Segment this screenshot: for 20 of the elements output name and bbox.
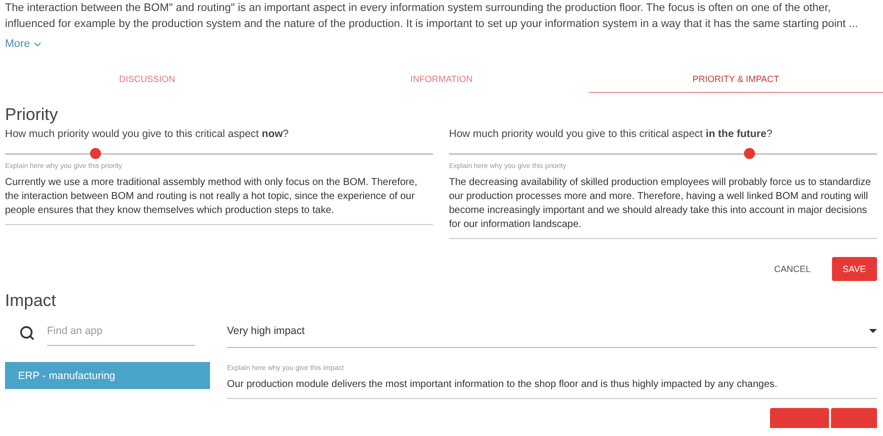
app-list-item[interactable]: ERP - manufacturing bbox=[5, 362, 210, 389]
intro-paragraph: The interaction between the BOM" and routing" is an important aspect in every information system surrounding the production floor. The focus is often on one of the other, influenced for example by the production system and the nature of the production. It is important to set up your information system in a way that it has the same starting point ... bbox=[4, 1, 859, 32]
answer-field[interactable]: Currently we use a more traditional assembly method with only focus on the BOM. Therefore, the interaction between BOM and routing is not really a hot topic, since the experience of our people ensures that they know themselves which production steps to take. bbox=[5, 170, 433, 225]
section-title: Impact bbox=[4, 291, 58, 311]
question-label: How much priority would you give to this critical aspect in the future? bbox=[449, 128, 774, 140]
tab[interactable]: INFORMATION bbox=[294, 66, 589, 93]
tab[interactable]: PRIORITY & IMPACT bbox=[588, 66, 883, 93]
impact-dropdown[interactable]: Very high impact bbox=[227, 319, 877, 348]
cancel-button[interactable]: CANCEL bbox=[763, 257, 822, 281]
section-title: Priority bbox=[4, 105, 59, 125]
slider-thumb[interactable] bbox=[90, 148, 101, 159]
caret-icon bbox=[869, 329, 877, 333]
answer-field[interactable]: Our production module delivers the most important information to the shop floor and is thus highly impacted by any changes. bbox=[227, 372, 877, 399]
more-link[interactable]: More bbox=[5, 38, 44, 50]
answer-field[interactable]: The decreasing availability of skilled production employees will probably force us to standardize our production processes more and more. Therefore, having a well linked BOM and routing will become increasingly important and we should already take this into account in major decisions for our information landscape. bbox=[449, 170, 877, 239]
save-button[interactable]: SAVE bbox=[832, 257, 877, 281]
question-label: How much priority would you give to this critical aspect now? bbox=[5, 128, 290, 140]
search-icon bbox=[19, 324, 35, 340]
tab[interactable]: DISCUSSION bbox=[0, 66, 294, 93]
slider-thumb[interactable] bbox=[744, 148, 755, 159]
